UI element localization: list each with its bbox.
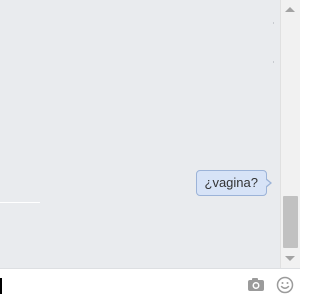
message-input[interactable] [4,274,234,296]
camera-icon[interactable] [246,275,266,295]
scrollbar-thumb[interactable] [283,196,298,248]
divider [0,202,40,203]
chat-window: ¿vagina? [0,0,300,301]
message-text: ¿vagina? [204,175,258,190]
scroll-down-arrow-icon[interactable] [285,256,295,261]
bubble-tail [265,178,272,188]
vertical-scrollbar[interactable] [280,0,300,268]
message-composer [0,268,300,301]
edge-mark [273,22,274,24]
outgoing-message-bubble: ¿vagina? [195,170,272,196]
emoji-icon[interactable] [275,275,295,295]
scroll-up-arrow-icon[interactable] [285,7,295,12]
conversation-area[interactable]: ¿vagina? [0,0,280,268]
edge-mark [273,61,274,63]
text-cursor [0,278,2,294]
